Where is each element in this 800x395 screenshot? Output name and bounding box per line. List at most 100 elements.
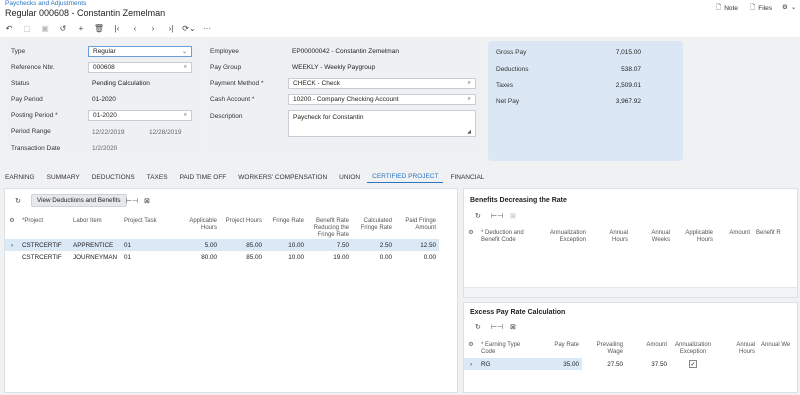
save-close-icon[interactable]: ▣ bbox=[36, 21, 54, 36]
annualization-checkbox[interactable]: ✓ bbox=[670, 358, 716, 370]
settings-icon[interactable]: ⚙ bbox=[464, 339, 478, 358]
tab-union[interactable]: UNION bbox=[334, 171, 365, 183]
table-cell[interactable] bbox=[758, 358, 797, 370]
export-excel-icon[interactable]: ⊠ bbox=[144, 197, 150, 205]
table-cell[interactable]: APPRENTICE bbox=[70, 239, 121, 251]
cash-account-input[interactable]: 10200 - Company Checking Account ⌕ bbox=[288, 94, 476, 105]
ref-value: 000608 bbox=[93, 64, 115, 71]
refresh-icon[interactable]: ↻ bbox=[475, 323, 481, 331]
horizontal-scrollbar[interactable] bbox=[464, 287, 797, 297]
col-header-annualization-exception[interactable]: Annualization Exception bbox=[540, 227, 589, 249]
table-cell[interactable]: 01 bbox=[121, 239, 175, 251]
col-header-benefit-rate[interactable]: Benefit R bbox=[753, 227, 797, 249]
undo-icon[interactable]: ↶ bbox=[0, 21, 18, 36]
col-header-deduction-code[interactable]: * Deduction and Benefit Code bbox=[478, 227, 540, 249]
table-cell[interactable] bbox=[716, 358, 758, 370]
table-cell[interactable]: 19.00 bbox=[307, 251, 352, 263]
table-cell[interactable]: 7.50 bbox=[307, 239, 352, 251]
row-selector[interactable] bbox=[5, 251, 19, 263]
col-header-prevailing-wage[interactable]: Prevailing Wage bbox=[582, 339, 626, 358]
col-header-applicable-hours[interactable]: Applicable Hours bbox=[673, 227, 716, 249]
table-cell[interactable]: 0.00 bbox=[352, 251, 395, 263]
fit-columns-icon[interactable]: ⊢⊣ bbox=[491, 323, 503, 331]
table-cell[interactable]: 35.00 bbox=[538, 358, 582, 370]
export-excel-icon[interactable]: ⊠ bbox=[510, 212, 516, 220]
tab-earning[interactable]: EARNING bbox=[0, 171, 40, 183]
col-header-labor-item[interactable]: Labor Item bbox=[70, 215, 121, 239]
cash-account-label: Cash Account * bbox=[210, 96, 255, 103]
table-cell[interactable]: 27.50 bbox=[582, 358, 626, 370]
tab-certified-project[interactable]: CERTIFIED PROJECT bbox=[367, 171, 444, 183]
tab-workers-compensation[interactable]: WORKERS' COMPENSATION bbox=[233, 171, 332, 183]
more-icon[interactable]: ··· bbox=[198, 21, 216, 36]
col-header-pay-rate[interactable]: Pay Rate bbox=[538, 339, 582, 358]
table-cell[interactable]: 12.50 bbox=[395, 239, 439, 251]
col-header-project[interactable]: *Project bbox=[19, 215, 70, 239]
view-deductions-benefits-button[interactable]: View Deductions and Benefits bbox=[31, 194, 127, 207]
fit-columns-icon[interactable]: ⊢⊣ bbox=[491, 212, 503, 220]
table-cell[interactable]: 01 bbox=[121, 251, 175, 263]
row-selector-icon[interactable]: › bbox=[464, 358, 478, 370]
table-cell[interactable]: 2.50 bbox=[352, 239, 395, 251]
first-icon[interactable]: |‹ bbox=[108, 21, 126, 36]
col-header-paid-fringe-amount[interactable]: Paid Fringe Amount bbox=[395, 215, 439, 239]
col-header-benefit-rate[interactable]: Benefit Rate Reducing the Fringe Rate bbox=[307, 215, 352, 239]
note-button[interactable]: 🗋 Note bbox=[716, 3, 738, 14]
col-header-annual-weeks[interactable]: Annual Weeks bbox=[631, 227, 673, 249]
cancel-icon[interactable]: ↺ bbox=[54, 21, 72, 36]
refresh-icon[interactable]: ↻ bbox=[15, 197, 21, 205]
col-header-calculated-fringe-rate[interactable]: Calculated Fringe Rate bbox=[352, 215, 395, 239]
settings-icon[interactable]: ⚙ bbox=[5, 215, 19, 239]
col-header-amount[interactable]: Amount bbox=[626, 339, 670, 358]
settings-icon[interactable]: ⚙ bbox=[464, 227, 478, 249]
col-header-fringe-rate[interactable]: Fringe Rate bbox=[265, 215, 307, 239]
table-cell[interactable]: CSTRCERTIF bbox=[19, 239, 70, 251]
table-cell[interactable]: 10.00 bbox=[265, 239, 307, 251]
posting-period-input[interactable]: 01-2020 ⌕ bbox=[88, 110, 192, 121]
table-cell[interactable]: 85.00 bbox=[220, 251, 265, 263]
row-selector-icon[interactable]: › bbox=[5, 239, 19, 251]
refresh-icon[interactable]: ↻ bbox=[475, 212, 481, 220]
table-cell[interactable]: CSTRCERTIF bbox=[19, 251, 70, 263]
col-header-annual-weeks[interactable]: Annual We bbox=[758, 339, 797, 358]
resize-handle-icon[interactable]: ◢ bbox=[467, 129, 471, 135]
breadcrumb[interactable]: Paychecks and Adjustments bbox=[5, 0, 86, 7]
settings-button[interactable]: ⚙ ⌄ bbox=[782, 3, 796, 11]
description-textarea[interactable]: Paycheck for Constantin ◢ bbox=[288, 110, 476, 137]
tab-financial[interactable]: FINANCIAL bbox=[445, 171, 489, 183]
tab-taxes[interactable]: TAXES bbox=[142, 171, 173, 183]
table-cell[interactable]: JOURNEYMAN bbox=[70, 251, 121, 263]
prev-icon[interactable]: ‹ bbox=[126, 21, 144, 36]
next-icon[interactable]: › bbox=[144, 21, 162, 36]
tab-summary[interactable]: SUMMARY bbox=[42, 171, 85, 183]
col-header-earning-type-code[interactable]: * Earning Type Code bbox=[478, 339, 538, 358]
col-header-amount[interactable]: Amount bbox=[716, 227, 753, 249]
col-header-applicable-hours[interactable]: Applicable Hours bbox=[175, 215, 220, 239]
table-cell[interactable]: 37.50 bbox=[626, 358, 670, 370]
add-icon[interactable]: + bbox=[72, 21, 90, 36]
last-icon[interactable]: ›| bbox=[162, 21, 180, 36]
tab-deductions[interactable]: DEDUCTIONS bbox=[87, 171, 140, 183]
table-cell[interactable]: 5.00 bbox=[175, 239, 220, 251]
table-cell[interactable]: 10.00 bbox=[265, 251, 307, 263]
col-header-project-task[interactable]: Project Task bbox=[121, 215, 175, 239]
delete-icon[interactable]: 🗑 bbox=[90, 21, 108, 36]
col-header-annual-hours[interactable]: Annual Hours bbox=[716, 339, 758, 358]
files-button[interactable]: 🗋 Files bbox=[750, 3, 772, 14]
table-cell[interactable]: RG bbox=[478, 358, 538, 370]
col-header-project-hours[interactable]: Project Hours bbox=[220, 215, 265, 239]
table-cell[interactable]: 0.00 bbox=[395, 251, 439, 263]
type-select[interactable]: Regular ⌄ bbox=[88, 46, 192, 57]
tab-paid-time-off[interactable]: PAID TIME OFF bbox=[175, 171, 232, 183]
table-cell[interactable]: 85.00 bbox=[220, 239, 265, 251]
export-excel-icon[interactable]: ⊠ bbox=[510, 323, 516, 331]
refresh-icon[interactable]: ⟳⌄ bbox=[180, 21, 198, 36]
col-header-annualization-exception[interactable]: Annualization Exception bbox=[670, 339, 716, 358]
fit-columns-icon[interactable]: ⊢⊣ bbox=[126, 197, 138, 205]
col-header-annual-hours[interactable]: Annual Hours bbox=[589, 227, 631, 249]
benefits-grid-title: Benefits Decreasing the Rate bbox=[470, 197, 567, 204]
save-icon[interactable]: ▢ bbox=[18, 21, 36, 36]
ref-input[interactable]: 000608 ⌕ bbox=[88, 62, 192, 73]
table-cell[interactable]: 80.00 bbox=[175, 251, 220, 263]
payment-method-input[interactable]: CHECK - Check ⌕ bbox=[288, 78, 476, 89]
